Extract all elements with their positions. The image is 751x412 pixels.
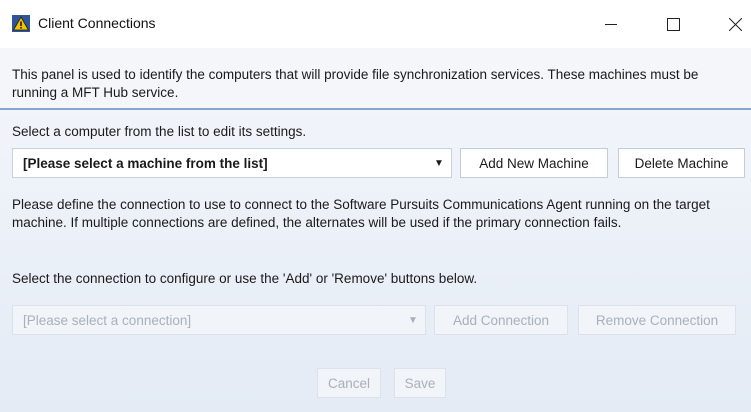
close-button[interactable] bbox=[712, 8, 751, 40]
dropdown-arrow-icon: ▼ bbox=[408, 314, 418, 326]
title-bar: Client Connections bbox=[0, 0, 751, 48]
connection-dropdown[interactable]: [Please select a connection] ▼ bbox=[12, 305, 426, 335]
intro-panel: This panel is used to identify the compu… bbox=[0, 48, 751, 110]
delete-machine-button[interactable]: Delete Machine bbox=[618, 148, 745, 178]
connection-description: Please define the connection to use to c… bbox=[12, 197, 710, 230]
warning-triangle-icon bbox=[12, 15, 30, 32]
cancel-button[interactable]: Cancel bbox=[317, 368, 381, 398]
machine-select-label: Select a computer from the list to edit … bbox=[12, 124, 307, 139]
client-connections-window: Client Connections This panel is used to… bbox=[0, 0, 751, 412]
minimize-button[interactable] bbox=[588, 8, 634, 40]
save-button[interactable]: Save bbox=[394, 368, 446, 398]
minimize-icon bbox=[605, 24, 617, 25]
maximize-button[interactable] bbox=[650, 8, 696, 40]
add-new-machine-button[interactable]: Add New Machine bbox=[460, 148, 608, 178]
connection-dropdown-value: [Please select a connection] bbox=[23, 312, 192, 328]
add-connection-button[interactable]: Add Connection bbox=[434, 305, 568, 335]
machine-dropdown-value: [Please select a machine from the list] bbox=[23, 155, 268, 171]
machine-dropdown[interactable]: [Please select a machine from the list] … bbox=[12, 148, 452, 178]
maximize-icon bbox=[666, 17, 680, 31]
window-title: Client Connections bbox=[38, 15, 156, 31]
remove-connection-button[interactable]: Remove Connection bbox=[578, 305, 736, 335]
intro-text: This panel is used to identify the compu… bbox=[12, 67, 699, 100]
close-icon bbox=[728, 17, 742, 31]
dropdown-arrow-icon: ▼ bbox=[434, 157, 444, 169]
connection-select-label: Select the connection to configure or us… bbox=[12, 271, 478, 286]
